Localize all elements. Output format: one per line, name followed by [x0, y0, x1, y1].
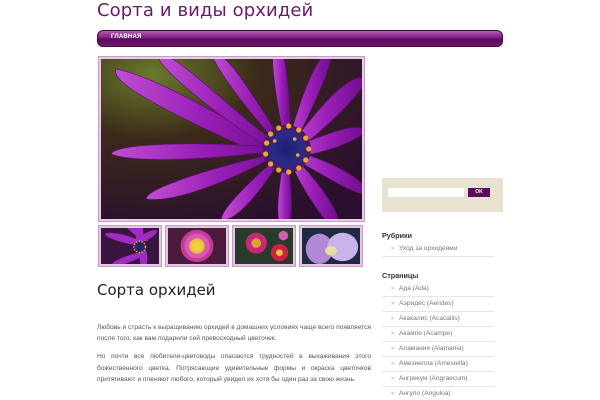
thumbnail-strip — [98, 225, 365, 267]
list-item: » Уход за орхидеями — [382, 242, 494, 257]
site-title[interactable]: Сорта и виды орхидей — [97, 0, 313, 21]
bullet-icon: » — [391, 286, 395, 292]
thumbnail-1[interactable] — [98, 225, 162, 267]
thumbnail-4[interactable] — [299, 225, 363, 267]
page-link[interactable]: Амезиелла (Amesiella) — [399, 360, 468, 367]
post-paragraph: Но почти все любители-цветоводы опасаютс… — [97, 353, 371, 383]
main-nav: ГЛАВНАЯ — [97, 30, 503, 47]
list-item: » Аламания (Alamania) — [382, 342, 494, 357]
bullet-icon: » — [391, 346, 395, 352]
page-link[interactable]: Ангуло (Anguloa) — [399, 390, 451, 397]
rubric-link[interactable]: Уход за орхидеями — [399, 245, 457, 252]
flower-image — [101, 59, 362, 219]
post-content: Любовь и страсть к выращиванию орхидей в… — [97, 322, 371, 392]
list-item: » Акакалис (Acacallis) — [382, 312, 494, 327]
bullet-icon: » — [391, 391, 395, 397]
thumbnail-3[interactable] — [232, 225, 296, 267]
post-title[interactable]: Сорта орхидей — [97, 281, 216, 299]
pink-dahlia-thumbnail — [168, 228, 226, 264]
page-link[interactable]: Ада (Ada) — [399, 285, 429, 292]
featured-image[interactable] — [98, 56, 365, 222]
thumbnail-2[interactable] — [165, 225, 229, 267]
red-flowers-thumbnail — [235, 228, 293, 264]
page-link[interactable]: Ангрекум (Angraecum) — [399, 375, 467, 382]
list-item: » Акампе (Acampe) — [382, 327, 494, 342]
search-widget: OK — [382, 178, 503, 212]
nav-item-home[interactable]: ГЛАВНАЯ — [111, 34, 142, 40]
page-link[interactable]: Акампе (Acampe) — [399, 330, 452, 337]
bullet-icon: » — [391, 361, 395, 367]
pages-widget-title: Страницы — [382, 271, 419, 280]
bullet-icon: » — [391, 316, 395, 322]
rubrics-list: » Уход за орхидеями — [382, 242, 494, 257]
list-item: » Ангуло (Anguloa) — [382, 387, 494, 400]
page-link[interactable]: Аламания (Alamania) — [399, 345, 464, 352]
list-item: » Амезиелла (Amesiella) — [382, 357, 494, 372]
page-link[interactable]: Акакалис (Acacallis) — [399, 315, 460, 322]
list-item: » Аэридес (Aerides) — [382, 297, 494, 312]
post-paragraph: Любовь и страсть к выращиванию орхидей в… — [97, 324, 371, 343]
purple-daisy-thumbnail — [101, 228, 159, 264]
pale-purple-flower-thumbnail — [302, 228, 360, 264]
page-link[interactable]: Аэридес (Aerides) — [399, 300, 454, 307]
pages-list: » Ада (Ada) » Аэридес (Aerides) » Акакалис … — [382, 282, 494, 400]
search-input[interactable] — [388, 188, 464, 197]
list-item: » Ада (Ada) — [382, 282, 494, 297]
bullet-icon: » — [391, 376, 395, 382]
search-button[interactable]: OK — [468, 188, 490, 197]
bullet-icon: » — [391, 331, 395, 337]
bullet-icon: » — [391, 246, 395, 252]
rubrics-widget-title: Рубрики — [382, 231, 413, 240]
list-item: » Ангрекум (Angraecum) — [382, 372, 494, 387]
bullet-icon: » — [391, 301, 395, 307]
